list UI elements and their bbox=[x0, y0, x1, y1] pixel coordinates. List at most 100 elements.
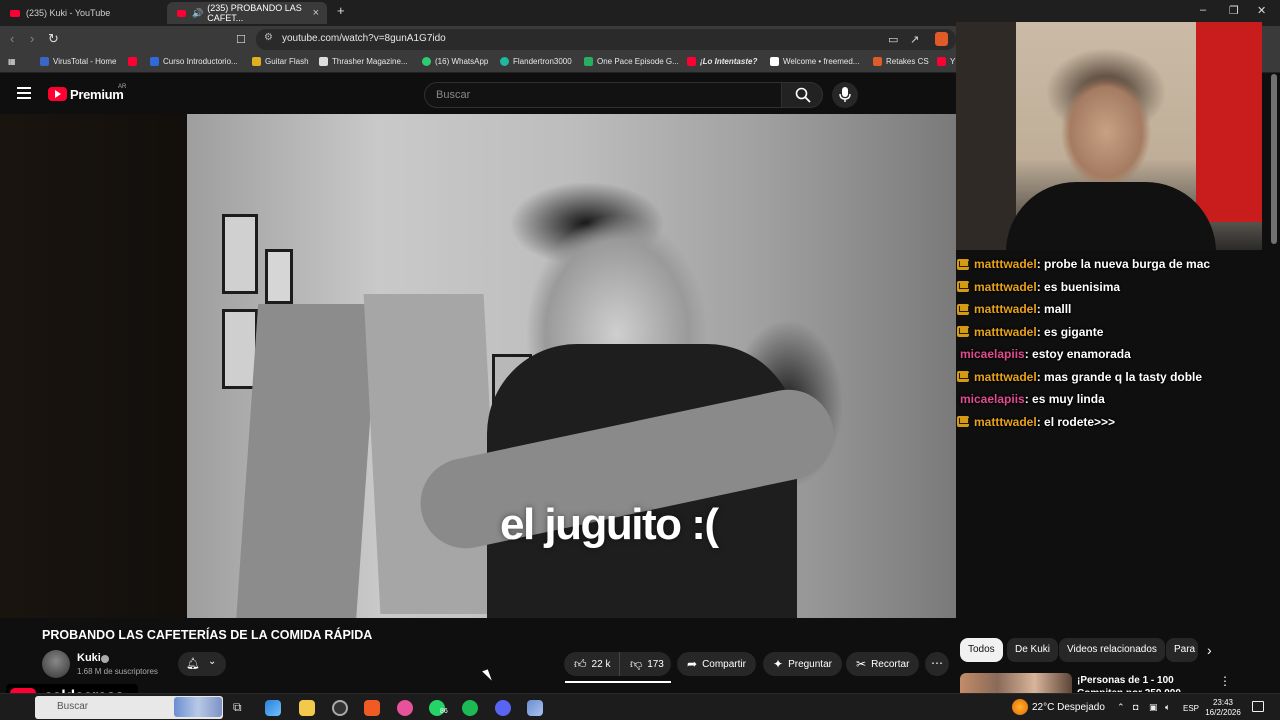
tab-kuki-channel[interactable]: (235) Kuki - YouTube bbox=[0, 2, 160, 24]
notifications-icon[interactable] bbox=[1252, 701, 1264, 712]
tab-current-video[interactable]: 🔊 (235) PROBANDO LAS CAFET... × bbox=[167, 2, 327, 24]
channel-avatar[interactable] bbox=[42, 650, 70, 678]
premium-logo-text[interactable]: Premium bbox=[70, 87, 124, 102]
close-window-icon[interactable]: ✕ bbox=[1257, 4, 1266, 17]
store-icon[interactable] bbox=[265, 700, 281, 716]
chip-videos-relacionados[interactable]: Videos relacionados bbox=[1059, 638, 1165, 662]
search-button[interactable] bbox=[781, 82, 823, 108]
app-tray-icon[interactable]: ◘ bbox=[1133, 702, 1138, 712]
new-tab-icon[interactable]: + bbox=[337, 3, 345, 18]
speaker-icon: 🔊 bbox=[192, 7, 204, 18]
task-view-icon[interactable]: ⧉ bbox=[233, 700, 249, 716]
url-text: youtube.com/watch?v=8gunA1G7ido bbox=[282, 33, 446, 44]
bookmark-thrasher[interactable]: Thrasher Magazine... bbox=[319, 57, 408, 66]
more-actions-button[interactable]: ⋯ bbox=[925, 652, 949, 676]
youtube-icon bbox=[937, 57, 946, 66]
youtube-icon bbox=[687, 57, 696, 66]
site-settings-icon[interactable]: ⚙ bbox=[264, 32, 273, 43]
time: 23:43 bbox=[1212, 698, 1234, 707]
microphone-icon bbox=[839, 87, 851, 102]
youtube-logo-icon[interactable] bbox=[48, 87, 67, 101]
spotify-icon[interactable] bbox=[462, 700, 478, 716]
weather-icon bbox=[1012, 699, 1028, 715]
subscriber-badge-icon bbox=[957, 303, 969, 315]
dislike-count: 173 bbox=[647, 658, 664, 670]
chevron-up-icon[interactable]: ⌃ bbox=[1117, 702, 1125, 713]
clock[interactable]: 23:43 16/2/2026 bbox=[1205, 698, 1241, 718]
dislike-button[interactable]: 👎︎ 173 bbox=[619, 652, 671, 676]
chevron-right-icon[interactable]: › bbox=[1207, 642, 1212, 658]
chat-message: matttwadel : es gigante bbox=[957, 321, 1257, 344]
subscriber-badge-icon bbox=[957, 258, 969, 270]
wall-poster bbox=[222, 214, 258, 294]
mouse-cursor-icon bbox=[482, 669, 492, 683]
ask-button[interactable]: ✦ Preguntar bbox=[763, 652, 842, 676]
clip-button[interactable]: ✂ Recortar bbox=[846, 652, 920, 676]
url-bar[interactable]: ⚙ youtube.com/watch?v=8gunA1G7ido bbox=[256, 29, 956, 50]
network-icon[interactable]: ▣ bbox=[1149, 702, 1158, 713]
subscriber-badge-icon bbox=[957, 281, 969, 293]
hamburger-menu-icon[interactable] bbox=[17, 87, 31, 99]
back-icon[interactable]: ‹ bbox=[10, 31, 14, 46]
subscriber-badge-icon bbox=[957, 416, 969, 428]
scissors-icon: ✂ bbox=[856, 657, 867, 671]
chat-text: : es gigante bbox=[1036, 324, 1104, 339]
discord-icon[interactable] bbox=[495, 700, 511, 716]
chip-todos[interactable]: Todos bbox=[960, 638, 1003, 662]
bookmark-youtube[interactable] bbox=[128, 57, 141, 66]
region-code: AR bbox=[118, 84, 127, 90]
bookmark-one-pace[interactable]: One Pace Episode G... bbox=[584, 57, 679, 66]
bookmark-virustotal[interactable]: VirusTotal - Home bbox=[40, 57, 116, 66]
bookmark-curso[interactable]: Curso Introductorio... bbox=[150, 57, 238, 66]
share-icon[interactable]: ↗ bbox=[910, 33, 919, 46]
chat-text: : es buenisima bbox=[1036, 279, 1121, 294]
voice-search-button[interactable] bbox=[832, 82, 858, 108]
reload-icon[interactable]: ↻ bbox=[48, 31, 59, 47]
bookmark-youtube-2[interactable]: Y bbox=[937, 57, 955, 66]
chat-username: matttwadel bbox=[974, 302, 1037, 317]
bookmark-freemed[interactable]: Welcome • freemed... bbox=[770, 57, 859, 66]
restore-icon[interactable]: ❐ bbox=[1229, 4, 1239, 17]
chat-message: matttwadel : malll bbox=[957, 298, 1257, 321]
recommended-title[interactable]: ¡Personas de 1 - 100 Compiten por 250.00… bbox=[1077, 674, 1217, 692]
chip-para-ti[interactable]: Para bbox=[1166, 638, 1198, 662]
virustotal-icon bbox=[40, 57, 49, 66]
bookmark-flandertron[interactable]: Flandertron3000 bbox=[500, 57, 572, 66]
chat-text: : estoy enamorada bbox=[1024, 347, 1131, 362]
chip-de-kuki[interactable]: De Kuki bbox=[1007, 638, 1059, 662]
more-vertical-icon[interactable]: ⋮ bbox=[1219, 674, 1231, 688]
retakes-icon bbox=[873, 57, 882, 66]
notifications-button[interactable]: 🔔︎ ⌄ bbox=[178, 652, 226, 676]
apps-grid-icon[interactable]: ▦ bbox=[8, 57, 16, 66]
video-caption: el juguito :( bbox=[500, 500, 719, 549]
brave-icon[interactable] bbox=[364, 700, 380, 716]
chat-text: : malll bbox=[1036, 302, 1072, 317]
bookmark-icon[interactable]: ☐ bbox=[236, 33, 246, 46]
recommended-thumbnail[interactable] bbox=[960, 673, 1072, 693]
close-tab-icon[interactable]: × bbox=[313, 7, 319, 19]
file-explorer-icon[interactable] bbox=[299, 700, 315, 716]
channel-name[interactable]: Kuki bbox=[77, 652, 101, 664]
osu-icon[interactable] bbox=[397, 700, 413, 716]
obs-icon[interactable] bbox=[332, 700, 348, 716]
search-input[interactable]: Buscar bbox=[424, 82, 782, 108]
bookmark-guitar-flash[interactable]: Guitar Flash bbox=[252, 57, 309, 66]
minimize-icon[interactable]: – bbox=[1200, 4, 1206, 16]
weather-text[interactable]: 22°C Despejado bbox=[1032, 702, 1105, 713]
share-button[interactable]: ➦ Compartir bbox=[677, 652, 756, 676]
cast-icon[interactable]: ▭ bbox=[888, 33, 898, 46]
scrollbar[interactable] bbox=[1271, 74, 1277, 244]
youtube-favicon-icon bbox=[10, 9, 20, 17]
whatsapp-badge: 86 bbox=[440, 708, 448, 715]
chat-text: : mas grande q la tasty doble bbox=[1036, 369, 1203, 384]
bookmark-whatsapp[interactable]: (16) WhatsApp bbox=[422, 57, 488, 66]
bookmark-retakes[interactable]: Retakes CS bbox=[873, 57, 929, 66]
youtube-header: Premium AR Buscar bbox=[0, 74, 956, 114]
like-button[interactable]: 👍︎ 22 k bbox=[564, 652, 619, 676]
language-indicator[interactable]: ESP bbox=[1183, 704, 1199, 713]
forward-icon[interactable]: › bbox=[30, 31, 34, 46]
app-icon[interactable] bbox=[527, 700, 543, 716]
volume-icon[interactable]: 🔈︎ bbox=[1165, 702, 1170, 713]
bookmark-lo-intentaste[interactable]: ¡Lo Intentaste? bbox=[687, 57, 757, 66]
brave-shield-icon[interactable] bbox=[935, 32, 948, 46]
